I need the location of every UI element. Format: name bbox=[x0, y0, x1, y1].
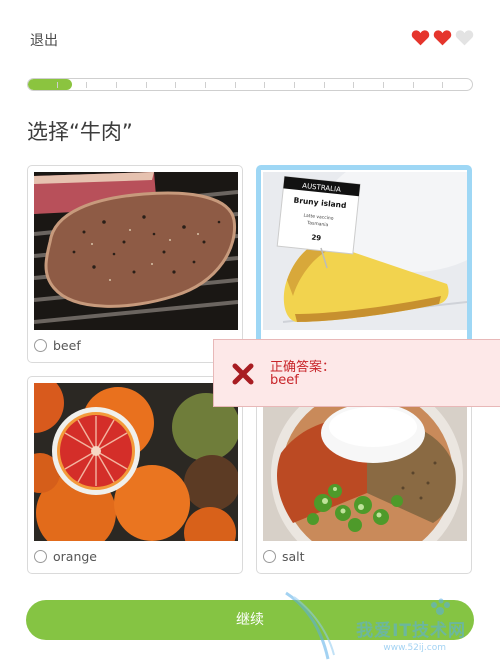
lesson-progress-bar bbox=[27, 78, 473, 91]
watermark-text: 我爱IT技术网 bbox=[356, 621, 466, 641]
progress-tick bbox=[236, 82, 266, 88]
progress-tick bbox=[354, 82, 385, 88]
radio-button[interactable] bbox=[263, 550, 276, 563]
option-card-cheese[interactable]: AUSTRALIA Bruny island Lattе vaccino Tas… bbox=[256, 165, 472, 363]
heart-icon bbox=[411, 30, 430, 46]
cheese-image: AUSTRALIA Bruny island Lattе vaccino Tas… bbox=[263, 172, 467, 330]
progress-tick bbox=[87, 82, 118, 88]
heart-empty-icon bbox=[455, 30, 474, 46]
question-prompt: 选择“牛肉” bbox=[27, 120, 133, 144]
option-label: orange bbox=[53, 549, 97, 564]
progress-tick bbox=[58, 82, 88, 88]
option-label-row: salt bbox=[263, 549, 305, 564]
option-label: beef bbox=[53, 338, 81, 353]
oranges-image bbox=[34, 383, 238, 541]
watermark-url: www.52ij.com bbox=[383, 643, 446, 653]
progress-tick bbox=[295, 82, 325, 88]
progress-tick bbox=[414, 82, 444, 88]
feedback-answer: beef bbox=[270, 373, 299, 388]
option-card-beef[interactable]: beef bbox=[27, 165, 243, 363]
progress-ticks bbox=[28, 79, 472, 90]
progress-tick bbox=[206, 82, 236, 88]
progress-tick bbox=[147, 82, 177, 88]
heart-icon bbox=[433, 30, 452, 46]
option-card-orange[interactable]: orange bbox=[27, 376, 243, 574]
steak-image bbox=[34, 172, 238, 330]
progress-tick bbox=[384, 82, 414, 88]
progress-tick bbox=[265, 82, 296, 88]
watermark-logo: 我爱IT技术网 www.52ij.com bbox=[284, 591, 494, 661]
progress-tick bbox=[325, 82, 355, 88]
radio-button[interactable] bbox=[34, 339, 47, 352]
radio-button[interactable] bbox=[34, 550, 47, 563]
incorrect-feedback-banner: 正确答案： beef bbox=[213, 339, 500, 407]
wrong-x-icon bbox=[232, 363, 254, 385]
option-label: salt bbox=[282, 549, 305, 564]
progress-tick bbox=[176, 82, 207, 88]
hearts bbox=[411, 28, 474, 47]
option-label-row: orange bbox=[34, 549, 97, 564]
tag-number: 29 bbox=[311, 234, 322, 243]
progress-tick bbox=[28, 82, 58, 88]
progress-tick bbox=[117, 82, 147, 88]
exit-button[interactable]: 退出 bbox=[30, 30, 58, 50]
option-label-row: beef bbox=[34, 338, 81, 353]
progress-tick bbox=[443, 82, 472, 88]
top-bar: 退出 bbox=[0, 0, 500, 70]
